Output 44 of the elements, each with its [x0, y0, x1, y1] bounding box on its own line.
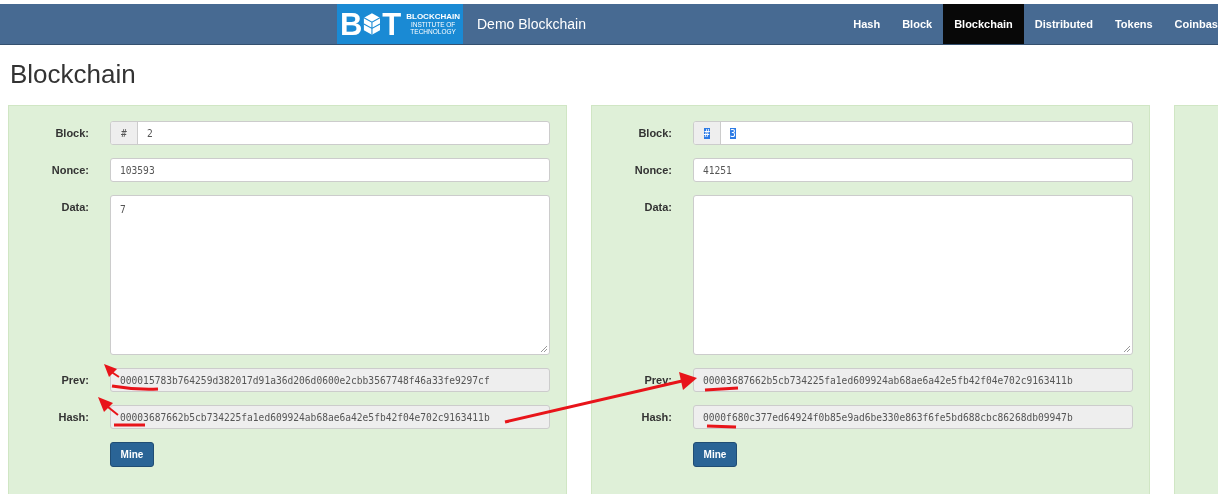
logo-letter: B [340, 8, 363, 40]
resize-grip-icon [539, 344, 547, 352]
nav-link[interactable]: Distributed [1023, 4, 1104, 44]
nav-link[interactable]: Block [891, 4, 944, 44]
mine-button[interactable]: Mine [110, 442, 154, 467]
field-label: Hash: [640, 411, 673, 423]
page-title: Blockchain [10, 61, 137, 91]
mine-button[interactable]: Mine [693, 442, 737, 467]
prev-hash-field[interactable]: 000015783b764259d382017d91a36d206d0600e2cbb3567748f46a33fe9297cf [110, 368, 550, 392]
nonce-field[interactable]: 103593 [110, 158, 550, 182]
nonce-field[interactable]: 41251 [693, 158, 1133, 182]
arrow [104, 364, 120, 378]
nav-link[interactable]: Coinbas [1163, 4, 1218, 44]
cube-icon [363, 11, 382, 37]
field-label: Prev: [643, 374, 673, 386]
underline-mark [114, 423, 145, 427]
hash-sign-addon: # [111, 122, 138, 144]
hash-sign-addon: # [694, 122, 721, 144]
resize-grip-icon [1122, 344, 1130, 352]
logo-letter: T [382, 8, 402, 40]
hash-field[interactable]: 00003687662b5cb734225fa1ed609924ab68ae6a42e5fb42f04e702c9163411b [110, 405, 550, 429]
data-textarea[interactable] [693, 195, 1133, 355]
field-label: Block: [54, 127, 90, 139]
nav-link[interactable]: Tokens [1103, 4, 1164, 44]
block-number-field[interactable]: # 3 [693, 121, 1133, 145]
underline-mark [706, 424, 737, 429]
field-label: Data: [643, 200, 673, 213]
nav-link[interactable]: Hash [842, 4, 892, 44]
arrow [98, 397, 119, 416]
logo-text: BLOCKCHAIN [406, 12, 460, 21]
nav-link[interactable]: Blockchain [943, 4, 1024, 44]
brand-title[interactable]: Demo Blockchain [477, 16, 586, 32]
prev-hash-field[interactable]: 00003687662b5cb734225fa1ed609924ab68ae6a42e5fb42f04e702c9163411b [693, 368, 1133, 392]
field-label: Block: [637, 127, 673, 139]
hash-field[interactable]: 0000f680c377ed64924f0b85e9ad6be330e863f6fe5bd688cbc86268db09947b [693, 405, 1133, 429]
field-label: Prev: [60, 374, 90, 386]
field-label: Hash: [57, 411, 90, 423]
underline-mark [111, 384, 159, 391]
field-label: Nonce: [633, 164, 673, 176]
block-number-field[interactable]: # 2 [110, 121, 550, 145]
field-label: Data: [60, 200, 90, 213]
field-label: Nonce: [50, 164, 90, 176]
underline-mark [704, 386, 739, 392]
data-textarea[interactable]: 7 [110, 195, 550, 355]
